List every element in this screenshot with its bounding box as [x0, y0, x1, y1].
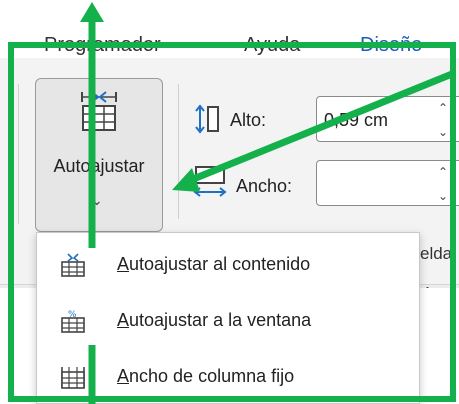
annotation-frame — [8, 42, 456, 402]
